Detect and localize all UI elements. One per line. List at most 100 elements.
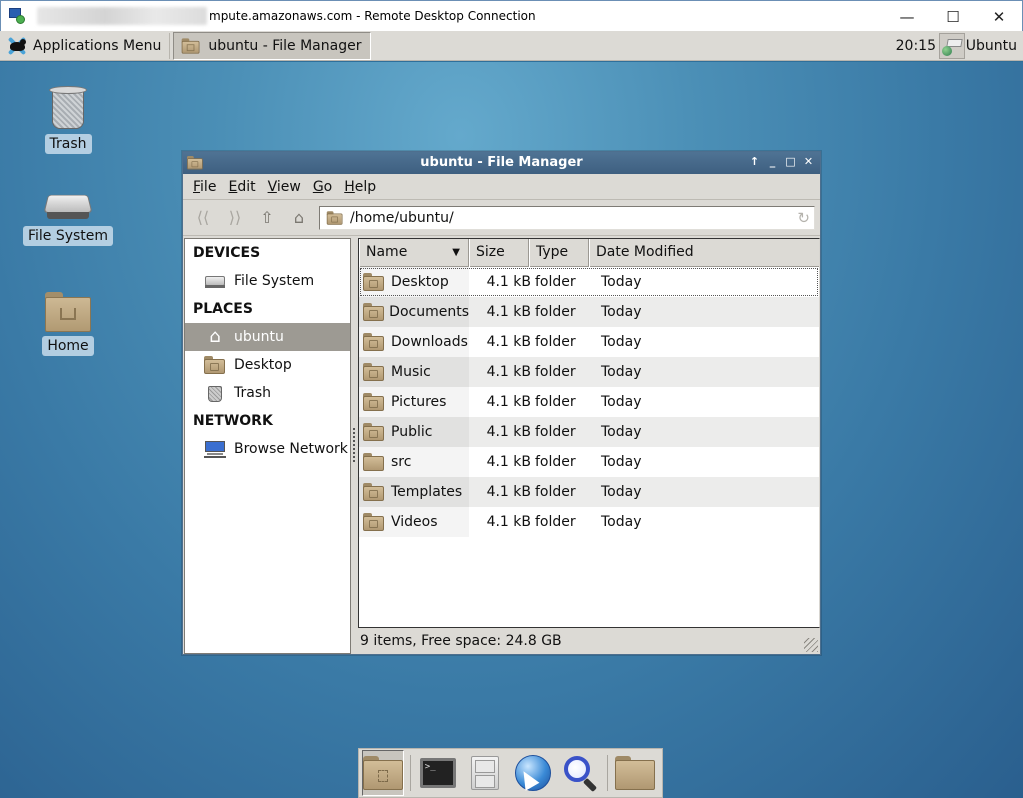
menu-edit[interactable]: Edit bbox=[222, 179, 261, 195]
sidebar-item-trash[interactable]: Trash bbox=[185, 379, 350, 407]
sidebar-item-browse-network[interactable]: Browse Network bbox=[185, 435, 350, 463]
file-size: 4.1 kB bbox=[486, 364, 531, 380]
file-row[interactable]: Downloads 4.1 kB folder Today bbox=[359, 327, 819, 357]
close-button[interactable]: ✕ bbox=[803, 155, 814, 168]
file-name: Public bbox=[391, 424, 433, 440]
minimize-button[interactable]: _ bbox=[767, 155, 778, 168]
folder-icon bbox=[363, 333, 385, 351]
dock-terminal[interactable]: >_ bbox=[417, 750, 459, 796]
location-bar[interactable]: /home/ubuntu/ ↻ bbox=[319, 205, 815, 230]
applications-menu-button[interactable]: Applications Menu bbox=[0, 32, 167, 60]
file-date-modified: Today bbox=[601, 514, 642, 530]
column-header-name[interactable]: Name ▼ bbox=[359, 239, 469, 267]
file-row[interactable]: Pictures 4.1 kB folder Today bbox=[359, 387, 819, 417]
network-status-icon[interactable] bbox=[939, 33, 965, 59]
folder-icon bbox=[615, 756, 656, 790]
forward-button[interactable]: ⟩⟩ bbox=[219, 203, 251, 233]
user-menu[interactable]: Ubuntu bbox=[966, 31, 1017, 61]
sidebar-item-ubuntu[interactable]: ⌂ ubuntu bbox=[185, 323, 350, 351]
dock-file-manager[interactable] bbox=[465, 750, 507, 796]
hard-drive-icon bbox=[43, 192, 93, 222]
file-name: Downloads bbox=[391, 334, 468, 350]
up-arrow-icon: ⇧ bbox=[260, 208, 274, 227]
menu-mnemonic: E bbox=[228, 178, 238, 195]
rdp-minimize-button[interactable]: — bbox=[884, 1, 930, 32]
column-header-type[interactable]: Type bbox=[529, 239, 589, 267]
toolbar: ⟨⟨ ⟩⟩ ⇧ ⌂ /home/ubuntu/ ↻ bbox=[183, 200, 820, 236]
redacted-hostname bbox=[37, 7, 207, 25]
dock-app-finder[interactable] bbox=[560, 750, 602, 796]
terminal-prompt: >_ bbox=[424, 762, 436, 772]
menu-file[interactable]: File bbox=[187, 179, 222, 195]
rdp-maximize-button[interactable]: ☐ bbox=[930, 1, 976, 32]
menu-label-rest: iew bbox=[276, 178, 301, 195]
network-icon bbox=[204, 440, 226, 458]
clock[interactable]: 20:15 bbox=[896, 31, 936, 61]
menu-mnemonic: V bbox=[267, 178, 277, 195]
column-header-date-modified[interactable]: Date Modified bbox=[589, 239, 819, 267]
sidebar-item-label: File System bbox=[234, 273, 315, 289]
menu-go[interactable]: Go bbox=[307, 179, 338, 195]
file-size: 4.1 kB bbox=[486, 334, 531, 350]
menu-label-rest: ile bbox=[200, 178, 217, 195]
desktop-folder-icon bbox=[204, 356, 226, 374]
panel-separator bbox=[169, 32, 171, 59]
column-header-size[interactable]: Size bbox=[469, 239, 529, 267]
column-label: Name bbox=[366, 244, 408, 260]
parent-folder-button[interactable]: ⇧ bbox=[251, 203, 283, 233]
file-name: Documents bbox=[389, 304, 469, 320]
sidebar-item-file-system[interactable]: File System bbox=[185, 267, 350, 295]
file-row[interactable]: Public 4.1 kB folder Today bbox=[359, 417, 819, 447]
window-titlebar[interactable]: ubuntu - File Manager ↑ _ □ ✕ bbox=[183, 152, 820, 174]
desktop-icon-file-system[interactable]: File System bbox=[18, 192, 118, 246]
file-name: Desktop bbox=[391, 274, 449, 290]
dock-folder[interactable] bbox=[614, 750, 656, 796]
resize-grip[interactable] bbox=[804, 638, 818, 652]
back-button[interactable]: ⟨⟨ bbox=[187, 203, 219, 233]
reload-icon[interactable]: ↻ bbox=[797, 209, 810, 227]
file-row[interactable]: src 4.1 kB folder Today bbox=[359, 447, 819, 477]
search-icon bbox=[562, 754, 600, 793]
dock-web-browser[interactable] bbox=[512, 750, 554, 796]
sidebar-item-label: Trash bbox=[234, 385, 271, 401]
web-browser-icon bbox=[514, 755, 551, 791]
file-name-cell: Documents bbox=[359, 297, 469, 327]
file-type: folder bbox=[535, 304, 576, 320]
home-button[interactable]: ⌂ bbox=[283, 203, 315, 233]
file-name-cell: Pictures bbox=[359, 387, 469, 417]
location-path[interactable]: /home/ubuntu/ bbox=[350, 210, 454, 226]
file-list: Name ▼ Size Type Date Modified Desktop 4.… bbox=[358, 238, 820, 628]
sidebar-item-label: Browse Network bbox=[234, 441, 348, 457]
dock-separator bbox=[410, 755, 411, 791]
desktop-icon-trash[interactable]: Trash bbox=[18, 86, 118, 154]
pane-resize-handle[interactable] bbox=[353, 428, 356, 462]
keep-above-button[interactable]: ↑ bbox=[749, 155, 760, 168]
dock-show-desktop[interactable] bbox=[362, 750, 404, 796]
taskbar-button-file-manager[interactable]: ubuntu - File Manager bbox=[173, 31, 372, 60]
desktop-icon-home[interactable]: Home bbox=[18, 292, 118, 356]
file-row[interactable]: Templates 4.1 kB folder Today bbox=[359, 477, 819, 507]
menu-help[interactable]: Help bbox=[338, 179, 382, 195]
file-name-cell: src bbox=[359, 447, 469, 477]
sidebar-item-desktop[interactable]: Desktop bbox=[185, 351, 350, 379]
maximize-button[interactable]: □ bbox=[785, 155, 796, 168]
rdp-close-button[interactable]: ✕ bbox=[976, 1, 1022, 32]
file-row[interactable]: Documents 4.1 kB folder Today bbox=[359, 297, 819, 327]
file-row[interactable]: Music 4.1 kB folder Today bbox=[359, 357, 819, 387]
file-date-modified: Today bbox=[601, 304, 642, 320]
file-name-cell: Downloads bbox=[359, 327, 469, 357]
home-icon: ⌂ bbox=[209, 326, 221, 347]
column-label: Type bbox=[536, 244, 569, 260]
file-type: folder bbox=[535, 454, 576, 470]
menu-view[interactable]: View bbox=[262, 179, 307, 195]
desktop-icon-label: Home bbox=[42, 336, 94, 356]
rdp-window-title: mpute.amazonaws.com - Remote Desktop Con… bbox=[209, 9, 536, 23]
file-date-modified: Today bbox=[601, 334, 642, 350]
file-row[interactable]: Desktop 4.1 kB folder Today bbox=[359, 267, 819, 297]
folder-icon bbox=[363, 483, 385, 501]
sidebar: DEVICES File System PLACES ⌂ ubuntu Desk… bbox=[184, 238, 351, 654]
file-date-modified: Today bbox=[601, 364, 642, 380]
sidebar-item-label: Desktop bbox=[234, 357, 292, 373]
folder-icon bbox=[363, 423, 385, 441]
file-row[interactable]: Videos 4.1 kB folder Today bbox=[359, 507, 819, 537]
